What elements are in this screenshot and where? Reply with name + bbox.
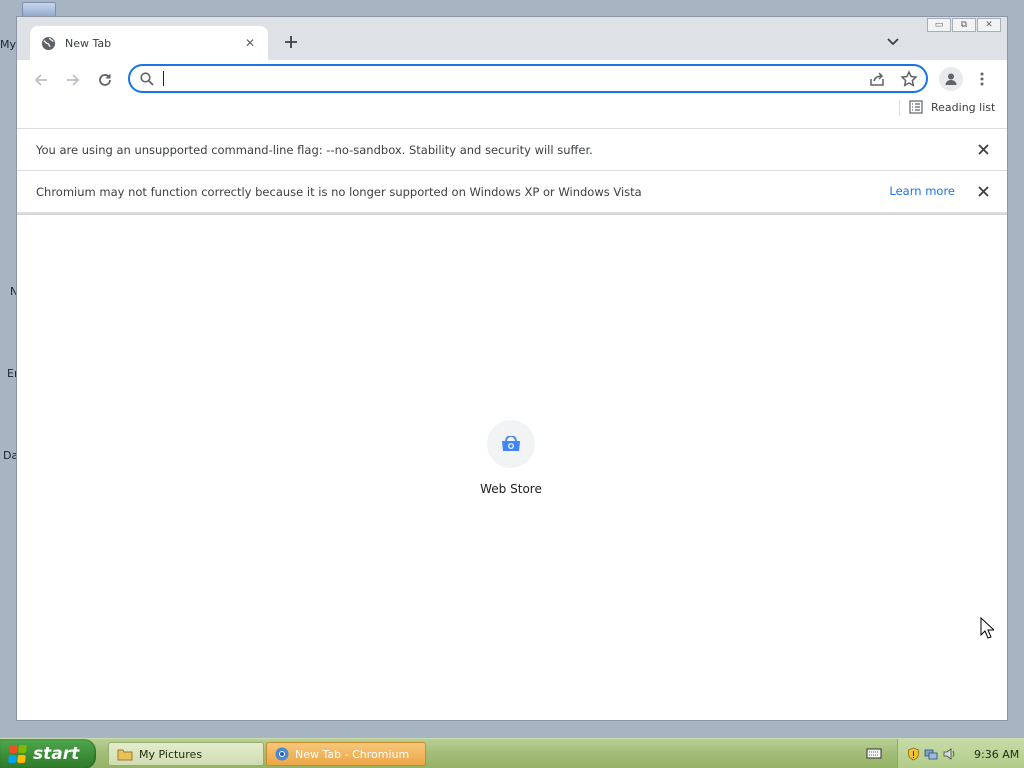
taskbar-item-my-pictures[interactable]: My Pictures bbox=[108, 742, 264, 766]
infobar-sandbox-warning: You are using an unsupported command-lin… bbox=[17, 128, 1007, 170]
mouse-cursor-icon bbox=[980, 617, 994, 639]
address-input[interactable] bbox=[160, 69, 850, 89]
search-icon bbox=[140, 72, 154, 86]
learn-more-link[interactable]: Learn more bbox=[889, 184, 955, 198]
security-shield-icon[interactable] bbox=[906, 747, 920, 761]
reload-icon bbox=[99, 74, 111, 86]
reading-list-icon bbox=[909, 100, 923, 114]
star-icon[interactable] bbox=[900, 70, 918, 88]
omnibox[interactable] bbox=[128, 64, 928, 93]
share-icon[interactable] bbox=[868, 70, 886, 88]
reading-list-label: Reading list bbox=[931, 100, 996, 114]
profile-button[interactable] bbox=[939, 67, 963, 91]
browser-window: ▭ ⧉ ✕ New Tab ✕ Reading list You are usi… bbox=[16, 16, 1008, 721]
globe-icon bbox=[41, 36, 56, 51]
tab-title: New Tab bbox=[65, 36, 112, 50]
tab-search-button[interactable] bbox=[884, 33, 902, 51]
new-tab-page: Web Store bbox=[17, 213, 1007, 720]
taskbar-item-label: New Tab - Chromium bbox=[295, 747, 410, 761]
kebab-menu-icon bbox=[980, 72, 984, 86]
reading-list-button[interactable]: Reading list bbox=[909, 100, 995, 114]
folder-icon bbox=[117, 749, 133, 761]
shortcut-web-store[interactable]: Web Store bbox=[469, 420, 553, 496]
profile-icon bbox=[945, 73, 957, 85]
window-controls: ▭ ⧉ ✕ bbox=[927, 18, 1001, 32]
close-icon[interactable] bbox=[976, 184, 990, 198]
back-button[interactable] bbox=[28, 67, 54, 93]
chevron-down-icon bbox=[887, 38, 899, 46]
close-icon[interactable] bbox=[976, 142, 990, 156]
taskbar-item-label: My Pictures bbox=[139, 747, 203, 761]
start-label: start bbox=[33, 744, 80, 764]
plus-icon bbox=[285, 36, 297, 48]
new-tab-button[interactable] bbox=[280, 31, 302, 53]
text-caret bbox=[163, 71, 164, 86]
forward-button[interactable] bbox=[60, 67, 86, 93]
infobar-message: You are using an unsupported command-lin… bbox=[36, 142, 593, 157]
tab-new-tab[interactable]: New Tab ✕ bbox=[30, 26, 268, 60]
system-tray: 9:36 AM bbox=[897, 739, 1024, 768]
network-icon[interactable] bbox=[924, 747, 938, 761]
menu-button[interactable] bbox=[972, 67, 992, 91]
chromium-icon bbox=[275, 747, 289, 761]
restore-button[interactable]: ⧉ bbox=[952, 18, 976, 32]
infobar-message: Chromium may not function correctly beca… bbox=[36, 184, 642, 199]
taskbar: start My Pictures New Tab - Chromium 9:3… bbox=[0, 738, 1024, 768]
clock[interactable]: 9:36 AM bbox=[974, 748, 1019, 761]
close-window-button[interactable]: ✕ bbox=[977, 18, 1001, 32]
minimize-button[interactable]: ▭ bbox=[927, 18, 951, 32]
keyboard-icon[interactable] bbox=[866, 746, 882, 760]
infobar-unsupported-os: Chromium may not function correctly beca… bbox=[17, 170, 1007, 212]
volume-icon[interactable] bbox=[942, 747, 956, 761]
forward-arrow-icon bbox=[67, 74, 80, 86]
windows-logo-icon bbox=[8, 745, 28, 763]
tab-close-icon[interactable]: ✕ bbox=[242, 35, 258, 51]
web-store-icon bbox=[502, 436, 520, 451]
shortcut-label: Web Store bbox=[480, 482, 542, 496]
toolbar: Reading list bbox=[17, 60, 1007, 128]
taskbar-item-chromium[interactable]: New Tab - Chromium bbox=[266, 742, 426, 766]
bookmark-divider bbox=[899, 100, 900, 116]
shortcut-tile[interactable] bbox=[487, 420, 535, 468]
start-button[interactable]: start bbox=[0, 739, 96, 768]
reload-button[interactable] bbox=[92, 67, 118, 93]
back-arrow-icon bbox=[34, 74, 47, 86]
